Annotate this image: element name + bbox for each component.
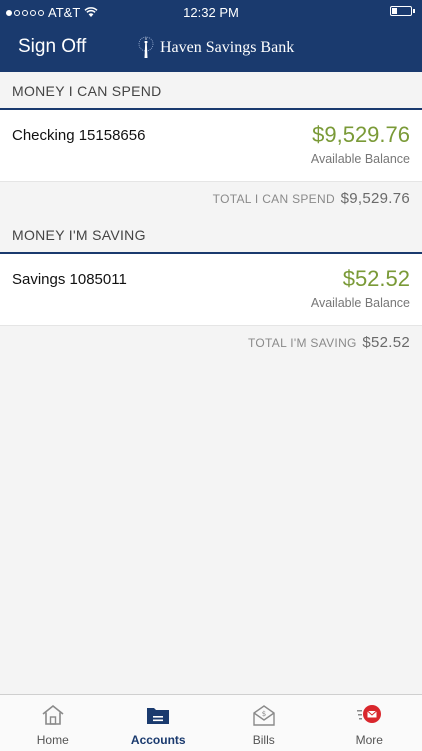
tab-bills[interactable]: $ Bills (211, 695, 317, 751)
tab-label: Home (0, 733, 106, 747)
tab-home[interactable]: Home (0, 695, 106, 751)
total-row-spend: TOTAL I CAN SPEND $9,529.76 (0, 182, 422, 216)
total-label: TOTAL I CAN SPEND (213, 192, 335, 206)
battery-icon (390, 6, 412, 16)
section-header-spend: MONEY I CAN SPEND (0, 72, 422, 110)
account-row-checking[interactable]: Checking 15158656 $9,529.76 Available Ba… (0, 110, 422, 182)
tab-bar: Home Accounts $ Bills More (0, 694, 422, 751)
section-header-saving: MONEY I'M SAVING (0, 216, 422, 254)
total-amount: $9,529.76 (341, 190, 410, 207)
total-amount: $52.52 (362, 334, 410, 351)
accounts-folder-icon (145, 703, 171, 727)
accounts-content: MONEY I CAN SPEND Checking 15158656 $9,5… (0, 72, 422, 694)
brand-logo: Haven Savings Bank (138, 36, 294, 60)
lighthouse-logo-icon (138, 36, 154, 60)
total-label: TOTAL I'M SAVING (248, 336, 357, 350)
tab-accounts[interactable]: Accounts (106, 695, 212, 751)
svg-text:$: $ (262, 710, 266, 718)
total-row-saving: TOTAL I'M SAVING $52.52 (0, 326, 422, 360)
balance-label: Available Balance (311, 296, 410, 310)
tab-label: More (317, 733, 422, 747)
account-row-savings[interactable]: Savings 1085011 $52.52 Available Balance (0, 254, 422, 326)
account-name: Savings 1085011 (12, 271, 127, 288)
status-time: 12:32 PM (0, 5, 422, 20)
nav-bar: Sign Off Haven Savings Bank (0, 24, 422, 72)
tab-more[interactable]: More (317, 695, 422, 751)
tab-label: Bills (211, 733, 317, 747)
sign-off-button[interactable]: Sign Off (18, 36, 86, 58)
account-balance: $9,529.76 (312, 122, 410, 148)
status-bar: AT&T 12:32 PM (0, 0, 422, 24)
bills-envelope-icon: $ (251, 703, 277, 727)
account-balance: $52.52 (343, 266, 410, 292)
more-mail-icon (356, 703, 382, 727)
brand-name: Haven Savings Bank (160, 39, 294, 57)
tab-label: Accounts (106, 733, 212, 747)
account-name: Checking 15158656 (12, 127, 145, 144)
balance-label: Available Balance (311, 152, 410, 166)
home-icon (40, 703, 66, 727)
